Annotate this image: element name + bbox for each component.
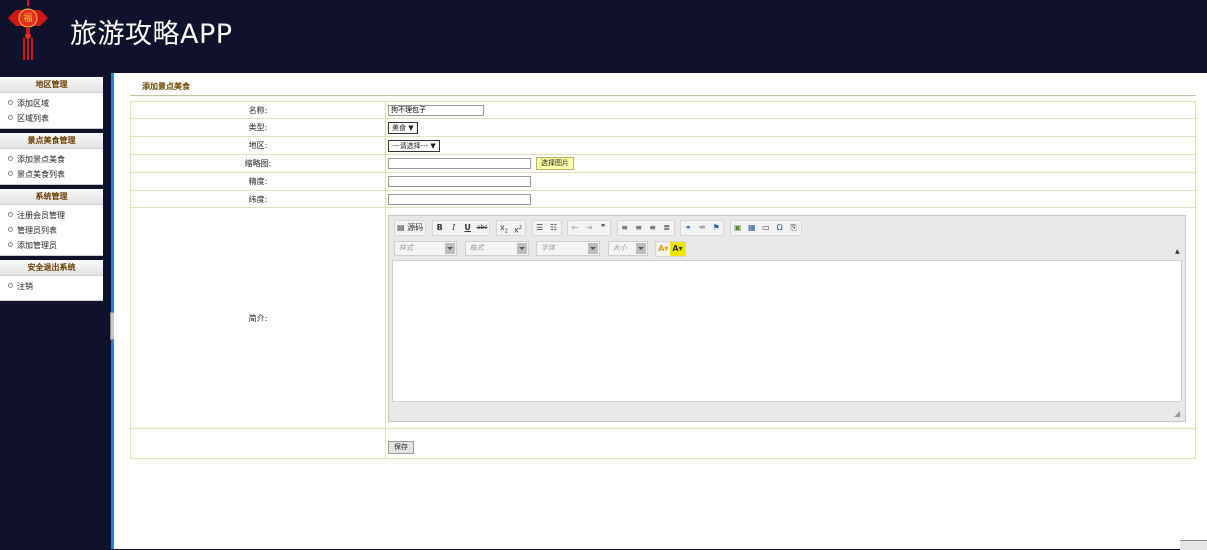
- menu-item-add-spot-food[interactable]: 添加景点美食: [0, 152, 103, 167]
- menu-item-add-region[interactable]: 添加区域: [0, 96, 103, 111]
- rich-text-editor: ▤ 源码 B I Uabc x2 x2 ☰ ☷ ⇤ ⇥ ❞ ≡ ≡ ≡ ≣ ⚭ …: [388, 214, 1186, 422]
- menu-group-logout: 安全退出系统 注销: [0, 260, 103, 301]
- page-break-icon[interactable]: ⎘: [787, 221, 801, 235]
- bullet-icon: [8, 115, 13, 120]
- combo-arrow-icon: [588, 242, 599, 254]
- menu-header-spots-food[interactable]: 景点美食管理: [0, 133, 103, 149]
- combo-arrow-icon: [516, 242, 527, 254]
- format-combo[interactable]: 格式: [464, 240, 529, 256]
- text-color-icon[interactable]: A▾: [656, 242, 670, 256]
- menu-header-region[interactable]: 地区管理: [0, 77, 103, 93]
- subscript-icon[interactable]: x2: [497, 221, 511, 235]
- strikethrough-icon[interactable]: abc: [475, 221, 490, 235]
- image-icon[interactable]: ▣: [731, 221, 745, 235]
- latitude-input[interactable]: [388, 193, 531, 205]
- thumbnail-input[interactable]: [388, 158, 531, 169]
- menu-item-member-manage[interactable]: 注册会员管理: [0, 208, 103, 223]
- menu-item-admin-list[interactable]: 管理员列表: [0, 223, 103, 238]
- sidebar: 地区管理 添加区域 区域列表 景点美食管理 添加景点美食 景点美食列表 系统管理…: [0, 77, 103, 305]
- form-row-save: 保存: [130, 428, 1196, 459]
- menu-item-logout[interactable]: 注销: [0, 279, 103, 294]
- menu-group-system: 系统管理 注册会员管理 管理员列表 添加管理员: [0, 189, 103, 256]
- combo-arrow-icon: [635, 242, 646, 254]
- menu-item-add-admin[interactable]: 添加管理员: [0, 238, 103, 253]
- align-center-icon[interactable]: ≡: [632, 221, 646, 235]
- menu-group-spots-food: 景点美食管理 添加景点美食 景点美食列表: [0, 133, 103, 185]
- form-row-region: 地区: ---请选择--- ▼: [130, 136, 1196, 155]
- name-label: 名称:: [130, 101, 386, 119]
- table-icon[interactable]: ▦: [745, 221, 759, 235]
- italic-icon[interactable]: I: [447, 221, 461, 235]
- numbered-list-icon[interactable]: ☰: [533, 221, 547, 235]
- form-row-name: 名称:: [130, 101, 1196, 119]
- bulleted-list-icon[interactable]: ☷: [547, 221, 561, 235]
- bullet-icon: [8, 283, 13, 288]
- form-row-thumbnail: 缩略图: 选择图片: [130, 154, 1196, 173]
- thumbnail-label: 缩略图:: [130, 154, 386, 173]
- editor-toolbar-format: 样式 格式 字体 大小 A▾ A▾: [394, 240, 689, 257]
- horizontal-rule-icon[interactable]: ▭: [759, 221, 773, 235]
- latitude-label: 纬度:: [130, 190, 386, 208]
- type-select[interactable]: 美食 ▼: [388, 121, 418, 134]
- font-combo[interactable]: 字体: [536, 240, 601, 256]
- chinese-knot-logo-icon: 福: [8, 0, 48, 60]
- size-combo[interactable]: 大小: [607, 240, 648, 256]
- form-row-type: 类型: 美食 ▼: [130, 118, 1196, 137]
- form-row-longitude: 精度:: [130, 172, 1196, 191]
- app-title: 旅游攻略APP: [70, 19, 233, 50]
- align-right-icon[interactable]: ≡: [646, 221, 660, 235]
- superscript-icon[interactable]: x2: [511, 221, 525, 235]
- choose-image-button[interactable]: 选择图片: [536, 157, 574, 170]
- title-divider: [130, 95, 1196, 96]
- bullet-icon: [8, 171, 13, 176]
- scroll-up-arrow-icon[interactable]: ▲: [1175, 248, 1181, 255]
- menu-item-region-list[interactable]: 区域列表: [0, 111, 103, 126]
- anchor-flag-icon[interactable]: ⚑: [709, 221, 723, 235]
- combo-arrow-icon: [445, 242, 455, 254]
- background-color-icon[interactable]: A▾: [670, 241, 685, 256]
- outdent-icon[interactable]: ⇤: [568, 221, 582, 235]
- menu-header-logout[interactable]: 安全退出系统: [0, 260, 103, 276]
- bullet-icon: [8, 156, 13, 161]
- resize-grip-icon[interactable]: ◢: [1174, 409, 1182, 418]
- align-justify-icon[interactable]: ≣: [660, 221, 674, 235]
- add-spot-food-form: 名称: 类型: 美食 ▼ 地区: ---请选择--- ▼ 缩略图: 选择图片 精…: [130, 101, 1196, 459]
- special-char-omega-icon[interactable]: Ω: [773, 221, 787, 235]
- region-select[interactable]: ---请选择--- ▼: [388, 139, 440, 152]
- link-icon[interactable]: ⚭: [681, 221, 695, 235]
- bullet-icon: [8, 100, 13, 105]
- unlink-icon[interactable]: ⚮: [695, 221, 709, 235]
- longitude-input[interactable]: [388, 176, 531, 187]
- name-input[interactable]: [388, 104, 484, 116]
- source-button[interactable]: ▤ 源码: [395, 221, 425, 235]
- form-row-latitude: 纬度:: [130, 190, 1196, 208]
- main-content: 添加景点美食 名称: 类型: 美食 ▼ 地区: ---请选择--- ▼ 缩略图:…: [114, 73, 1207, 549]
- menu-group-region: 地区管理 添加区域 区域列表: [0, 77, 103, 129]
- editor-toolbar-main: ▤ 源码 B I Uabc x2 x2 ☰ ☷ ⇤ ⇥ ❞ ≡ ≡ ≡ ≣ ⚭ …: [394, 219, 805, 236]
- dropdown-arrow-icon: ▼: [408, 123, 414, 132]
- menu-item-spot-food-list[interactable]: 景点美食列表: [0, 167, 103, 182]
- longitude-label: 精度:: [130, 172, 386, 191]
- save-button[interactable]: 保存: [388, 441, 414, 454]
- editor-content-area[interactable]: [392, 259, 1182, 402]
- source-icon: ▤: [397, 222, 405, 232]
- form-row-intro: 简介: ▤ 源码 B I Uabc x2 x2 ☰ ☷ ⇤ ⇥ ❞ ≡ ≡ ≡ …: [130, 207, 1196, 429]
- menu-header-system[interactable]: 系统管理: [0, 189, 103, 205]
- blockquote-icon[interactable]: ❞: [596, 221, 610, 235]
- indent-icon[interactable]: ⇥: [582, 221, 596, 235]
- type-label: 类型:: [130, 118, 386, 137]
- app-header: 福 旅游攻略APP: [0, 0, 1207, 72]
- bullet-icon: [8, 227, 13, 232]
- underline-icon[interactable]: U: [461, 221, 475, 235]
- svg-text:福: 福: [23, 12, 32, 24]
- intro-label: 简介:: [130, 207, 386, 429]
- bullet-icon: [8, 212, 13, 217]
- bullet-icon: [8, 242, 13, 247]
- region-label: 地区:: [130, 136, 386, 155]
- bold-icon[interactable]: B: [433, 221, 447, 235]
- dropdown-arrow-icon: ▼: [430, 141, 436, 150]
- page-title: 添加景点美食: [142, 82, 190, 91]
- style-combo[interactable]: 样式: [394, 240, 457, 256]
- align-left-icon[interactable]: ≡: [618, 221, 632, 235]
